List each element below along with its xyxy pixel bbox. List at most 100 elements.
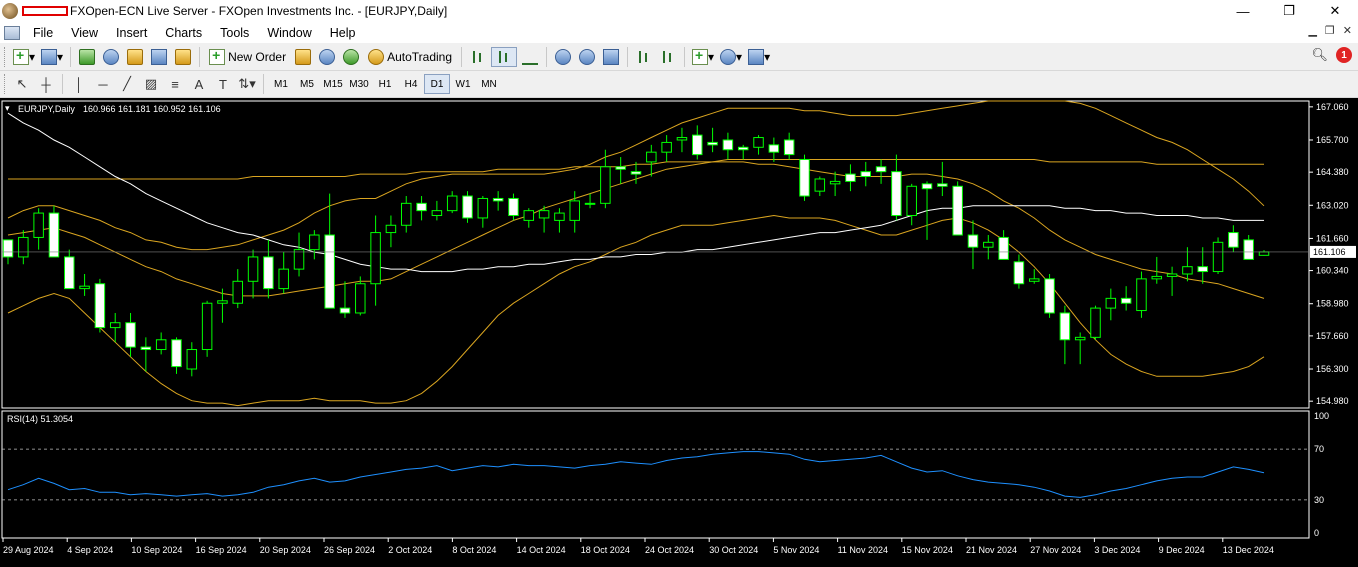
x-tick-label: 27 Nov 2024 (1030, 545, 1081, 555)
indicators-button[interactable]: ▾ (690, 46, 716, 68)
signals-button[interactable] (340, 46, 362, 68)
crosshair-tool-button[interactable]: ┼ (35, 73, 57, 95)
toolbar-grip (4, 46, 7, 67)
tile-windows-icon (603, 48, 620, 65)
x-tick-label: 21 Nov 2024 (966, 545, 1017, 555)
candle-body (1258, 251, 1270, 256)
candle-body (814, 178, 826, 192)
new-chart-icon (13, 47, 29, 65)
strategy-tester-button[interactable] (172, 46, 194, 68)
mdi-restore-icon[interactable]: ❐ (1325, 24, 1335, 37)
x-tick-label: 26 Sep 2024 (324, 545, 375, 555)
search-icon[interactable]: 🔍︎ (1311, 47, 1328, 63)
candle-body (232, 280, 244, 304)
mdi-close-icon[interactable]: ✕ (1343, 24, 1352, 37)
close-button[interactable]: ✕ (1312, 0, 1358, 22)
menu-charts[interactable]: Charts (156, 26, 211, 40)
horizontal-line-button[interactable]: ─ (92, 73, 114, 95)
autotrading-icon (368, 48, 385, 65)
candle-body (661, 141, 672, 153)
timeframe-h1[interactable]: H1 (372, 74, 398, 94)
clock-icon (720, 48, 737, 65)
menu-window[interactable]: Window (258, 26, 320, 40)
templates-button[interactable]: ▾ (746, 46, 772, 68)
bar-chart-icon (470, 49, 486, 65)
new-chart-button[interactable]: ▾ (11, 46, 37, 68)
candle-body (937, 183, 948, 187)
equidistant-channel-button[interactable]: ▨ (140, 73, 162, 95)
timeframe-w1[interactable]: W1 (450, 74, 476, 94)
candlestick-button[interactable] (491, 46, 518, 67)
x-tick-label: 14 Oct 2024 (517, 545, 566, 555)
maximize-button[interactable]: ❐ (1266, 0, 1312, 22)
timeframe-h4[interactable]: H4 (398, 74, 424, 94)
mdi-minimize-icon[interactable]: ▁ (1308, 24, 1316, 37)
candle-body (370, 232, 381, 285)
chart-shift-button[interactable] (633, 46, 655, 68)
fibonacci-button[interactable]: ≡ (164, 73, 186, 95)
x-tick-label: 3 Dec 2024 (1094, 545, 1140, 555)
candle-body (217, 300, 228, 304)
auto-scroll-button[interactable] (657, 46, 679, 68)
channel-icon: ▨ (144, 76, 158, 91)
metaeditor-button[interactable] (292, 46, 314, 68)
terminal-button[interactable] (148, 46, 170, 68)
timeframe-m30[interactable]: M30 (346, 74, 372, 94)
market-watch-button[interactable] (76, 46, 98, 68)
candle-body (155, 339, 167, 351)
chat-button[interactable] (316, 46, 338, 68)
y-tick-label: 165.700 (1316, 135, 1349, 145)
candle-body (492, 197, 504, 202)
line-chart-button[interactable] (519, 46, 541, 68)
text-tool-button[interactable]: A (188, 73, 210, 95)
tile-windows-button[interactable] (600, 46, 622, 68)
menu-help[interactable]: Help (321, 26, 365, 40)
menu-file[interactable]: File (24, 26, 62, 40)
chart-area[interactable]: 167.060 165.700 164.380 163.020 161.660 160.3… (0, 98, 1358, 567)
candle-body (309, 234, 320, 251)
trendline-button[interactable]: ╱ (116, 73, 138, 95)
cursor-tool-button[interactable]: ↖ (11, 73, 33, 95)
eurjpy-daily-chart[interactable]: 167.060 165.700 164.380 163.020 161.660 160.3… (0, 98, 1358, 567)
menu-tools[interactable]: Tools (211, 26, 258, 40)
candle-body (1212, 241, 1224, 273)
candle-body (569, 200, 580, 221)
timeframe-m1[interactable]: M1 (268, 74, 294, 94)
candle-body (324, 234, 335, 309)
timeframe-m15[interactable]: M15 (320, 74, 346, 94)
templates-icon (748, 48, 765, 65)
minimize-button[interactable]: — (1220, 0, 1266, 22)
rsi-axis-label: 70 (1314, 444, 1324, 454)
auto-scroll-icon (660, 49, 676, 65)
profiles-button[interactable]: ▾ (39, 46, 65, 68)
zoom-out-button[interactable] (576, 46, 598, 68)
autotrading-button[interactable]: AutoTrading (364, 46, 456, 68)
text-label-button[interactable]: T (212, 73, 234, 95)
periods-button[interactable]: ▾ (718, 46, 744, 68)
navigator-button[interactable] (124, 46, 146, 68)
arrows-button[interactable]: ⇅ ▾ (236, 73, 258, 95)
bar-chart-button[interactable] (467, 46, 489, 68)
notification-badge[interactable]: 1 (1336, 47, 1352, 63)
vertical-line-button[interactable]: │ (68, 73, 90, 95)
candle-body (676, 137, 688, 141)
redacted-box (22, 6, 68, 16)
candle-body (431, 210, 443, 217)
new-order-button[interactable]: New Order (205, 46, 290, 68)
horizontal-line-icon: ─ (98, 76, 108, 92)
chart-window-icon[interactable] (4, 25, 20, 40)
timeframe-mn[interactable]: MN (476, 74, 502, 94)
candle-body (845, 173, 856, 182)
timeframe-m5[interactable]: M5 (294, 74, 320, 94)
y-tick-label: 156.300 (1316, 364, 1349, 374)
x-tick-label: 5 Nov 2024 (773, 545, 819, 555)
x-tick-label: 15 Nov 2024 (902, 545, 953, 555)
candle-body (891, 171, 902, 217)
data-window-button[interactable] (100, 46, 122, 68)
candle-body (1243, 239, 1254, 260)
app-icon (2, 3, 18, 19)
menu-view[interactable]: View (62, 26, 107, 40)
menu-insert[interactable]: Insert (107, 26, 156, 40)
zoom-in-button[interactable] (552, 46, 574, 68)
timeframe-d1[interactable]: D1 (424, 74, 450, 94)
